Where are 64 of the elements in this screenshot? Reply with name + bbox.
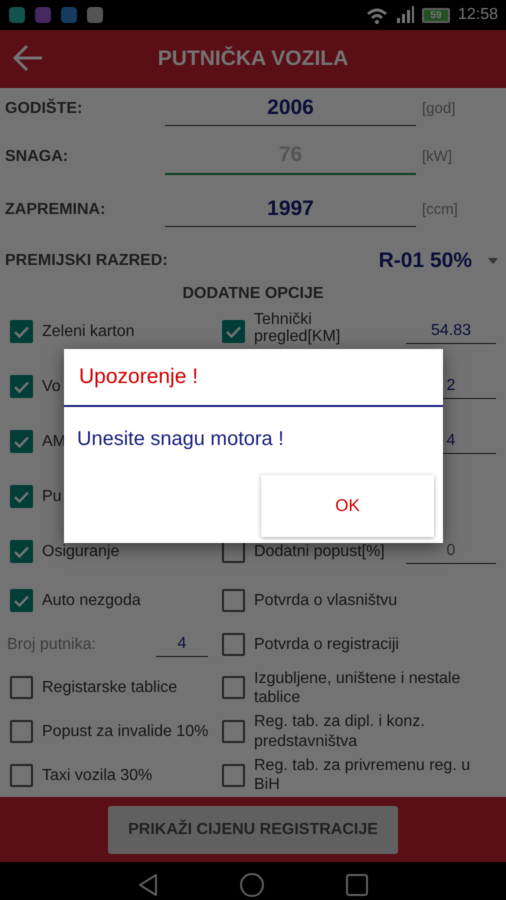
option-label: Vo <box>42 376 61 396</box>
caret-icon <box>488 258 498 264</box>
option-label: Reg. tab. za dipl. i konz. predstavništva <box>254 712 426 751</box>
checkbox[interactable] <box>10 320 33 343</box>
checkmark-icon <box>14 594 29 607</box>
checkbox[interactable] <box>222 720 245 744</box>
checkbox[interactable] <box>222 589 245 612</box>
clock: 12:58 <box>458 5 498 25</box>
checkmark-icon <box>14 546 29 558</box>
option-label: Osiguranje <box>42 542 120 562</box>
notification-icon <box>8 6 26 24</box>
checkbox[interactable] <box>222 632 245 656</box>
option-label: Tehnički pregled[KM] <box>254 312 342 346</box>
back-arrow-icon[interactable] <box>12 44 44 72</box>
section-title: DODATNE OPCIJE <box>181 284 325 304</box>
option-label: Potvrda o vlasništvu <box>254 591 398 610</box>
option-label: Potvrda o registraciji <box>254 634 400 654</box>
screen-title: PUTNIČKA VOZILA <box>158 45 348 72</box>
dialog-message: Unesite snagu motora ! <box>76 427 285 452</box>
class-dropdown[interactable]: R-01 50% <box>378 245 498 277</box>
checkmark-icon <box>226 326 241 338</box>
back-icon[interactable] <box>137 872 159 896</box>
checkbox[interactable] <box>10 540 33 563</box>
option-label: Pu <box>42 486 62 506</box>
checkmark-icon <box>14 490 29 502</box>
dialog-title: Upozorenje ! <box>64 349 443 407</box>
wifi-icon <box>366 6 388 24</box>
checkmark-icon <box>14 326 29 338</box>
option-label: Dodatni popust[%] <box>254 542 386 562</box>
option-label: Popust za invalide 10% <box>42 722 208 742</box>
checkbox[interactable] <box>10 430 33 453</box>
field-label: GODIŠTE: <box>4 98 84 119</box>
checkmark-icon <box>14 380 29 392</box>
field-label: ZAPREMINA: <box>4 200 106 220</box>
checkbox[interactable] <box>222 320 245 343</box>
input-field[interactable]: 2006 <box>165 92 416 126</box>
notification-icon <box>60 6 78 24</box>
input-field[interactable]: 1997 <box>165 192 416 228</box>
recents-icon[interactable] <box>345 872 369 896</box>
checkbox[interactable] <box>10 589 33 612</box>
checkbox[interactable] <box>10 375 33 398</box>
signal-icon <box>396 6 414 24</box>
battery-icon: 59 <box>422 8 450 22</box>
checkbox[interactable] <box>10 676 33 700</box>
field-label: SNAGA: <box>4 147 70 167</box>
checkbox[interactable] <box>222 676 245 700</box>
ok-button[interactable]: OK <box>261 475 434 537</box>
option-label: Zeleni karton <box>42 322 134 342</box>
option-label: Auto nezgoda <box>42 591 141 610</box>
option-label: Taxi vozila 30% <box>42 766 152 785</box>
option-label: Izgubljene, uništene i nestale tablice <box>254 668 462 708</box>
input-field[interactable]: 4 <box>156 632 208 657</box>
checkbox[interactable] <box>10 720 33 744</box>
checkbox[interactable] <box>10 764 33 787</box>
notification-icon <box>34 6 52 24</box>
option-label: Registarske tablice <box>42 678 178 698</box>
field-label: PREMIJSKI RAZRED: <box>4 251 168 271</box>
option-label: Reg. tab. za privremenu reg. u BiH <box>254 756 472 794</box>
notification-icon <box>86 6 104 24</box>
checkbox[interactable] <box>222 764 245 787</box>
checkbox[interactable] <box>10 485 33 508</box>
home-icon[interactable] <box>239 872 265 898</box>
checkmark-icon <box>14 436 29 448</box>
input-field[interactable]: 54.83 <box>406 319 496 344</box>
